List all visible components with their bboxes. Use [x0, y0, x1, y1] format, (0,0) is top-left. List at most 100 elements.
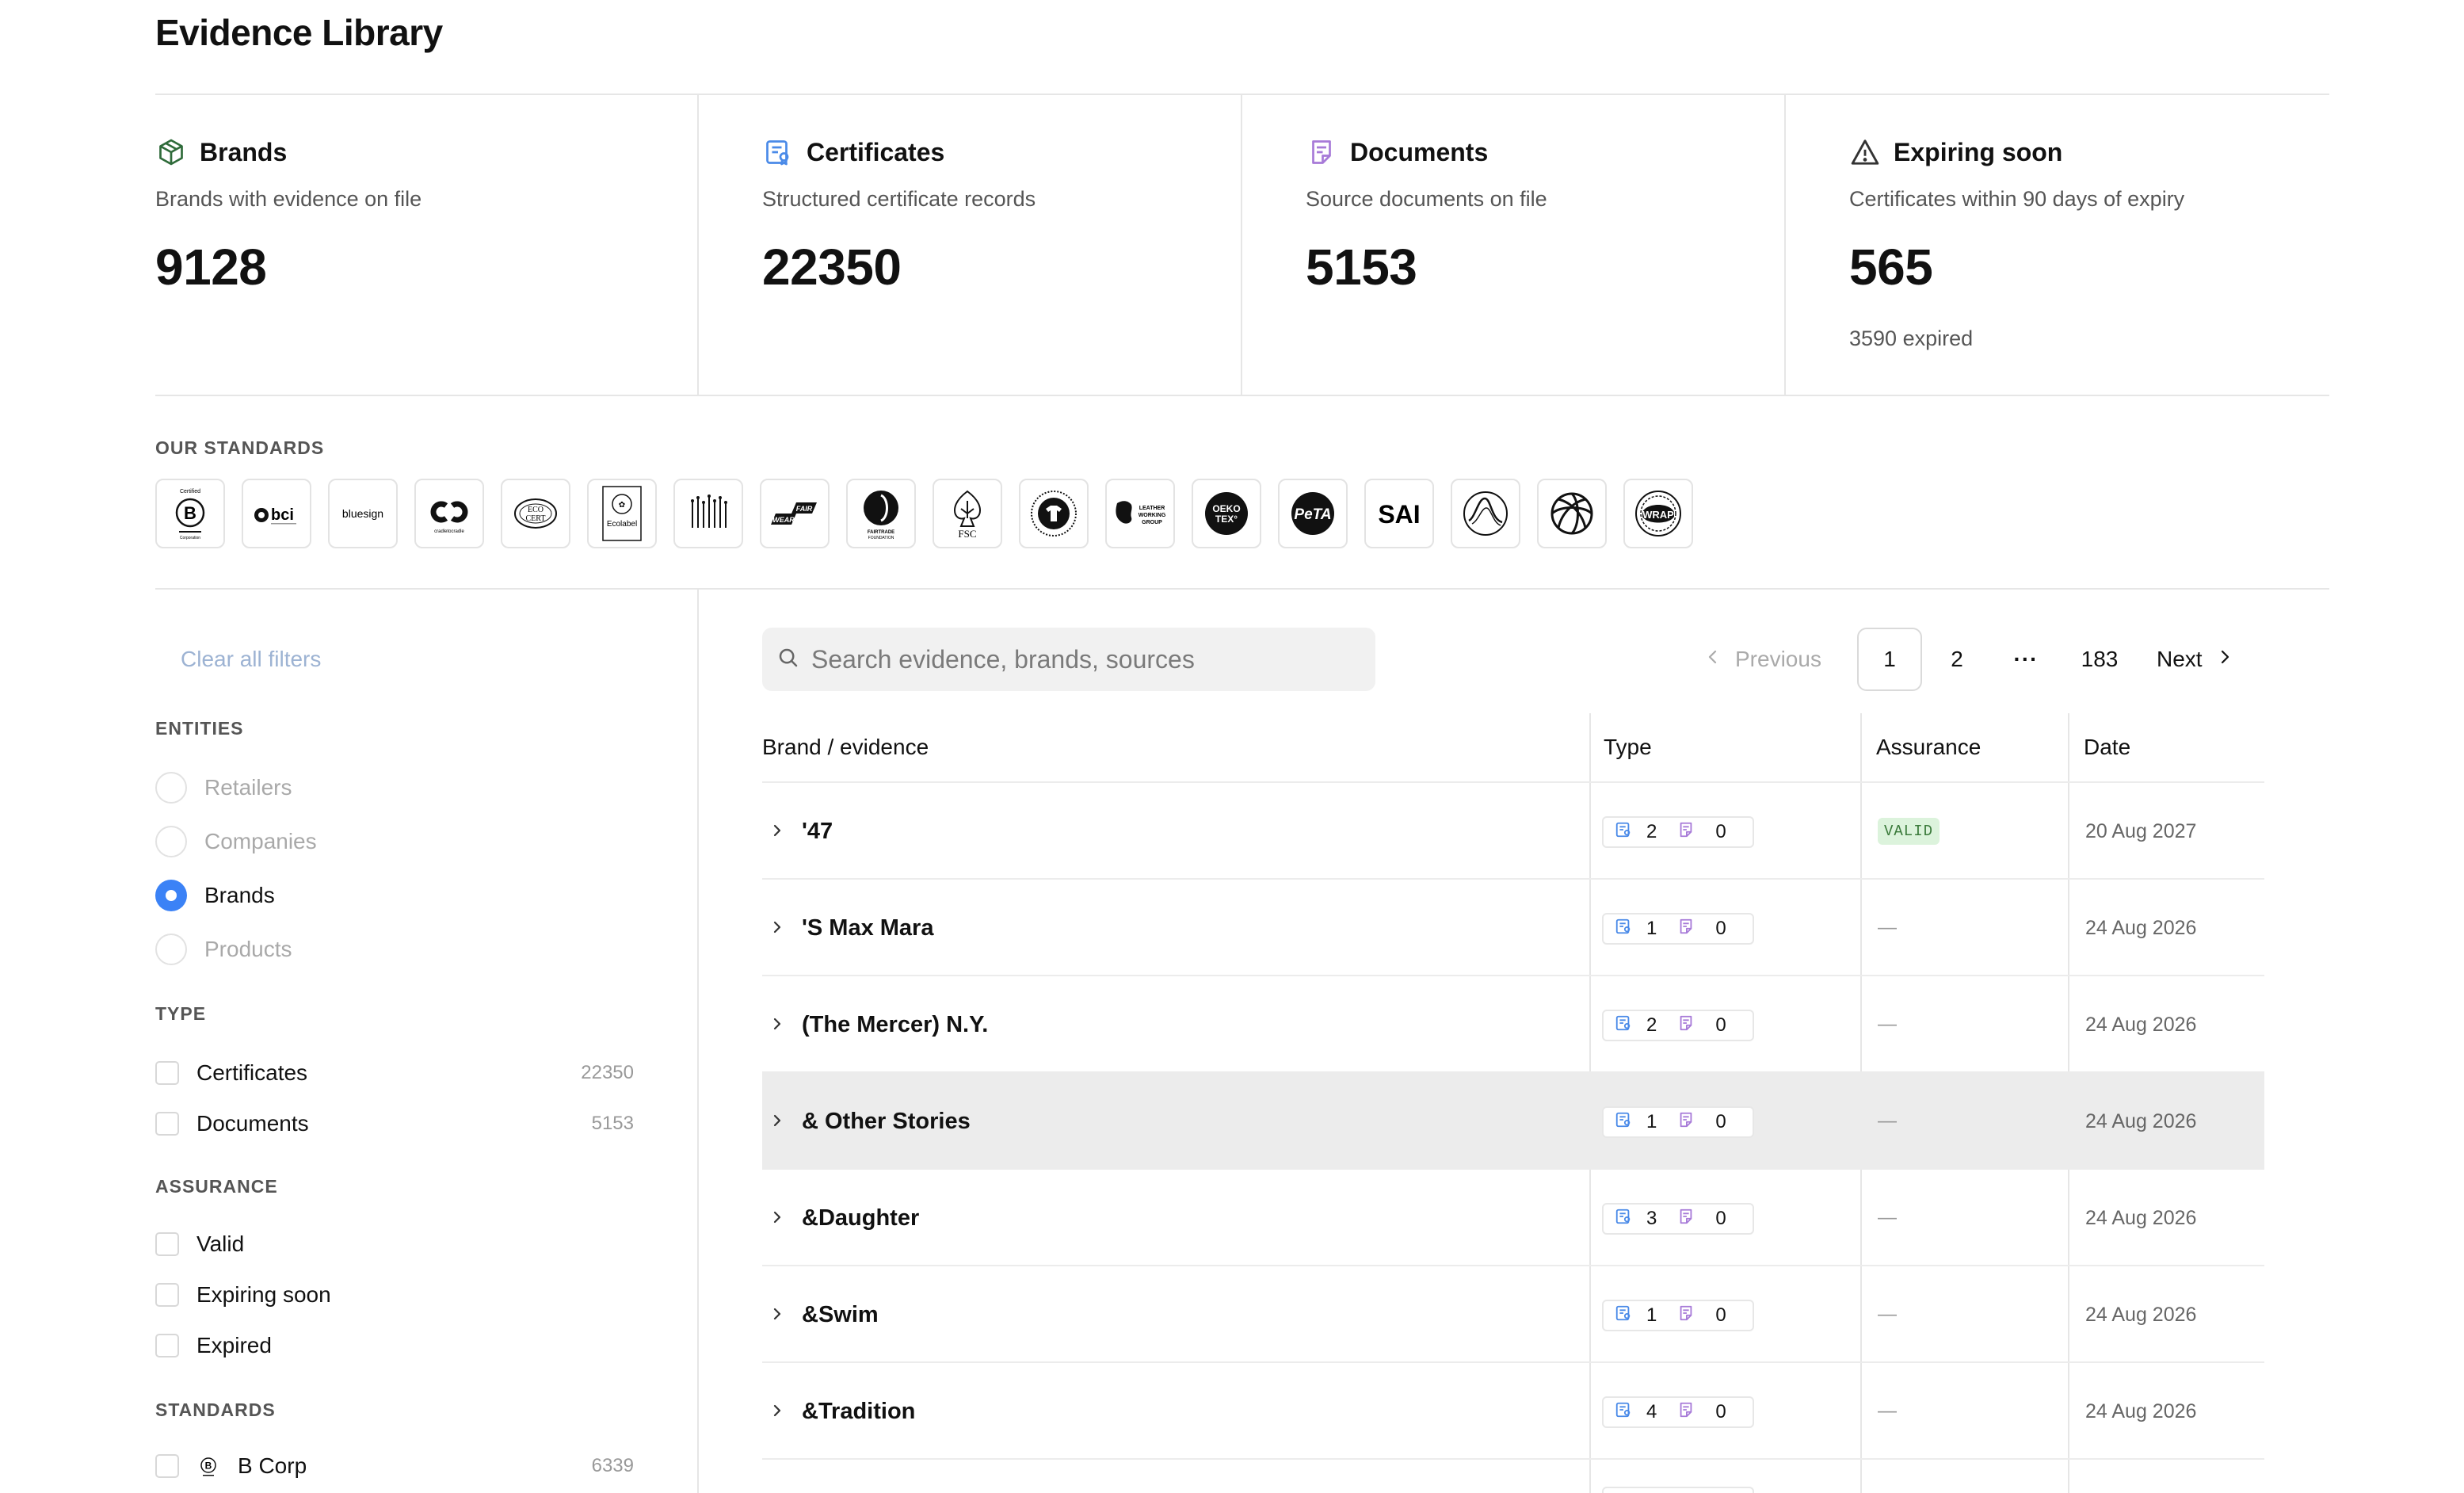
page-button[interactable]: 2 — [1941, 628, 1973, 691]
chevron-right-icon[interactable] — [765, 911, 789, 943]
chevron-right-icon[interactable] — [765, 1201, 789, 1233]
filter-certificates[interactable]: Certificates 22350 — [155, 1060, 634, 1086]
brand-name[interactable]: &Swim — [802, 1266, 879, 1363]
svg-text:bci: bci — [271, 506, 294, 524]
document-count: 0 — [1715, 1111, 1726, 1132]
filter-documents[interactable]: Documents 5153 — [155, 1111, 634, 1136]
table-row[interactable]: &Tradition 4 0 — 24 Aug 2026 — [762, 1361, 2264, 1458]
radio-button[interactable] — [155, 934, 187, 965]
certificate-count: 1 — [1646, 1304, 1657, 1326]
page-button[interactable]: 183 — [2076, 628, 2123, 691]
brand-name[interactable]: &Tradition — [802, 1363, 915, 1460]
checkbox[interactable] — [155, 1283, 179, 1307]
bluesign-logo[interactable]: bluesign — [328, 479, 398, 548]
fsc-logo[interactable]: FSC — [933, 479, 1002, 548]
checkbox[interactable] — [155, 1334, 179, 1357]
filter-b-corp[interactable]: B B Corp 6339 — [155, 1453, 634, 1479]
svg-text:B: B — [205, 1461, 212, 1472]
table-row[interactable] — [762, 1458, 2264, 1493]
previous-page-button[interactable]: Previous — [1705, 628, 1821, 691]
clear-all-filters-link[interactable]: Clear all filters — [181, 647, 321, 672]
document-count: 0 — [1715, 1208, 1726, 1229]
radio-retailers[interactable]: Retailers — [155, 772, 292, 804]
chevron-right-icon[interactable] — [765, 1105, 789, 1136]
radio-label: Brands — [204, 883, 275, 907]
brand-name[interactable]: &Daughter — [802, 1170, 919, 1266]
standard-logo-7[interactable] — [673, 479, 743, 548]
svg-text:LEATHER: LEATHER — [1139, 506, 1165, 511]
filter-valid[interactable]: Valid — [155, 1231, 634, 1257]
bci-logo[interactable]: bci — [242, 479, 311, 548]
fairtrade-logo[interactable]: FAIRTRADE FOUNDATION — [846, 479, 916, 548]
checkbox[interactable] — [155, 1232, 179, 1256]
warning-icon — [1849, 136, 1881, 168]
ecocert-logo[interactable]: ECO CERT — [501, 479, 570, 548]
radio-products[interactable]: Products — [155, 934, 292, 965]
table-row[interactable]: & Other Stories 1 0 — 24 Aug 2026 — [762, 1071, 2264, 1168]
radio-button[interactable] — [155, 826, 187, 857]
svg-text:OEKO: OEKO — [1212, 503, 1240, 514]
svg-text:FAIRTRADE: FAIRTRADE — [868, 530, 894, 535]
table-row[interactable]: &Daughter 3 0 — 24 Aug 2026 — [762, 1168, 2264, 1265]
oeko-tex-logo[interactable]: OEKO TEX° — [1192, 479, 1261, 548]
leather-working-group-logo[interactable]: LEATHER WORKING GROUP — [1105, 479, 1175, 548]
brand-name[interactable]: & Other Stories — [802, 1073, 971, 1170]
column-header-assurance[interactable]: Assurance — [1876, 713, 1981, 781]
certificate-count: 3 — [1646, 1208, 1657, 1229]
gots-logo[interactable] — [1019, 479, 1089, 548]
search-input[interactable] — [811, 644, 1350, 674]
column-header-date[interactable]: Date — [2084, 713, 2130, 781]
filter-expiring-soon[interactable]: Expiring soon — [155, 1282, 634, 1308]
fair-wear-logo[interactable]: FAIR WEAR — [760, 479, 830, 548]
wrap-logo[interactable]: WRAP — [1623, 479, 1693, 548]
sai-logo[interactable]: SAI — [1364, 479, 1434, 548]
brand-name[interactable]: '47 — [802, 783, 833, 880]
table-row[interactable]: '47 2 0 VALID 20 Aug 2027 — [762, 781, 2264, 878]
next-label: Next — [2157, 647, 2203, 671]
radio-companies[interactable]: Companies — [155, 826, 317, 857]
table-row[interactable]: 'S Max Mara 1 0 — 24 Aug 2026 — [762, 878, 2264, 975]
status-badge: VALID — [1878, 818, 1940, 845]
column-header-type[interactable]: Type — [1604, 713, 1652, 781]
peta-logo[interactable]: PeTA — [1278, 479, 1348, 548]
stat-card-documents: Documents Source documents on file 5153 — [1241, 95, 1784, 395]
entities-label: ENTITIES — [155, 718, 244, 739]
chevron-right-icon[interactable] — [765, 1008, 789, 1040]
stat-value: 565 — [1849, 239, 1933, 296]
checkbox[interactable] — [155, 1061, 179, 1085]
brand-name[interactable]: (The Mercer) N.Y. — [802, 976, 988, 1073]
table-row[interactable]: (The Mercer) N.Y. 2 0 — 24 Aug 2026 — [762, 975, 2264, 1071]
column-header-brand[interactable]: Brand / evidence — [762, 713, 929, 781]
page-button-current[interactable]: 1 — [1857, 628, 1922, 691]
chevron-right-icon[interactable] — [765, 1395, 789, 1426]
checkbox[interactable] — [155, 1112, 179, 1136]
svg-text:WRAP: WRAP — [1642, 509, 1674, 521]
radio-button[interactable] — [155, 772, 187, 804]
radio-button-selected[interactable] — [155, 880, 187, 911]
cradle-to-cradle-logo[interactable]: cradletocradle — [414, 479, 484, 548]
previous-label: Previous — [1735, 647, 1821, 671]
standard-logo-17[interactable] — [1537, 479, 1607, 548]
date-cell: 20 Aug 2027 — [2085, 819, 2197, 842]
stat-card-brands: Brands Brands with evidence on file 9128 — [155, 95, 699, 395]
filter-expired[interactable]: Expired — [155, 1333, 634, 1358]
svg-text:FOUNDATION: FOUNDATION — [868, 536, 894, 540]
next-page-button[interactable]: Next — [2157, 628, 2233, 691]
date-cell: 24 Aug 2026 — [2085, 1013, 2197, 1036]
svg-text:GROUP: GROUP — [1142, 520, 1162, 525]
brand-name[interactable]: 'S Max Mara — [802, 880, 933, 976]
chevron-right-icon[interactable] — [765, 815, 789, 846]
search-box[interactable] — [762, 628, 1375, 691]
document-icon — [1677, 821, 1695, 844]
type-counts — [1602, 1487, 1754, 1493]
chevron-right-icon[interactable] — [765, 1298, 789, 1330]
radio-brands[interactable]: Brands — [155, 880, 275, 911]
svg-text:FAIR: FAIR — [796, 505, 813, 513]
certificate-icon — [762, 136, 794, 168]
document-count: 0 — [1715, 1014, 1726, 1036]
eu-ecolabel-logo[interactable]: ✿ Ecolabel — [587, 479, 657, 548]
checkbox[interactable] — [155, 1454, 179, 1478]
table-row[interactable]: &Swim 1 0 — 24 Aug 2026 — [762, 1265, 2264, 1361]
b-corp-logo[interactable]: Certified B Corporation — [155, 479, 225, 548]
standard-logo-16[interactable] — [1451, 479, 1520, 548]
